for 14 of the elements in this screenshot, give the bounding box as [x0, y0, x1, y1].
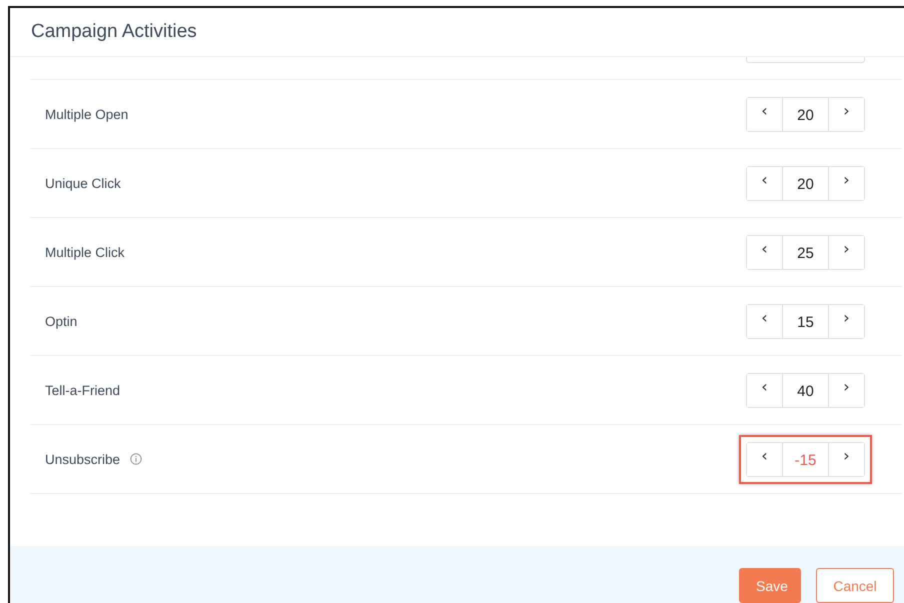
- activity-label: Unsubscribe: [45, 452, 120, 466]
- number-stepper[interactable]: ‹ 20 ›: [746, 96, 865, 132]
- number-stepper[interactable]: ‹ 20 ›: [746, 166, 865, 200]
- number-stepper[interactable]: ‹ 15 ›: [746, 304, 865, 338]
- info-icon[interactable]: [130, 453, 142, 465]
- number-stepper[interactable]: ‹ -15 ›: [746, 442, 865, 476]
- activity-label: Unique Click: [45, 176, 121, 190]
- activity-label: Optin: [45, 314, 78, 328]
- activity-label: Multiple Click: [45, 244, 125, 260]
- number-stepper[interactable]: ‹ 25 ›: [746, 234, 865, 270]
- activity-label: Tell-a-Friend: [45, 382, 120, 398]
- number-stepper[interactable]: ‹ 40 ›: [746, 372, 865, 408]
- dialog-title: Campaign Activities: [10, 8, 904, 57]
- activity-label: Multiple Open: [45, 106, 128, 122]
